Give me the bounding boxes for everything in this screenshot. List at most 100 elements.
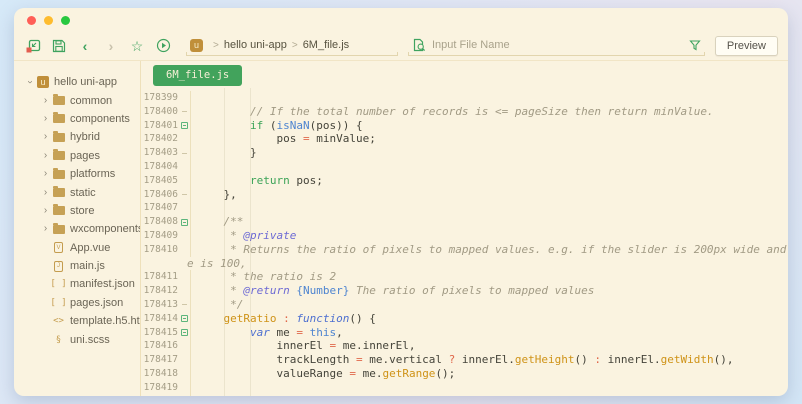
code-line[interactable]: 178420 return valueRange === 0 ? trackLe… (141, 395, 788, 396)
code-text: getRatio : function() { (191, 312, 376, 326)
code-line[interactable]: 178403 } (141, 146, 788, 160)
chevron-right-icon[interactable]: › (40, 188, 51, 198)
code-line[interactable]: 178414 getRatio : function() { (141, 312, 788, 326)
tree-item-file-uni.scss[interactable]: §uni.scss (14, 330, 140, 348)
tree-item-label: components (70, 113, 130, 125)
fold-marker[interactable] (178, 215, 191, 229)
tree-item-label: main.js (70, 260, 105, 272)
tree-item-file-main.js[interactable]: Jmain.js (14, 257, 140, 275)
tree-item-folder-static[interactable]: ›static (14, 183, 140, 201)
main-area: › u hello uni-app ›common›components›hyb… (14, 61, 788, 396)
code-line[interactable]: 178418 valueRange = me.getRange(); (141, 367, 788, 381)
gutter-marker (178, 381, 191, 395)
line-number[interactable]: 178417 (141, 353, 178, 367)
chevron-right-icon[interactable]: › (40, 114, 51, 124)
line-number[interactable]: 178413 (141, 298, 178, 312)
tree-item-folder-components[interactable]: › components (14, 110, 140, 128)
chevron-right-icon[interactable]: › (40, 132, 51, 142)
code-line[interactable]: 178413 */ (141, 298, 788, 312)
code-line-wrap[interactable]: e is 100, (141, 257, 788, 271)
fold-marker[interactable] (178, 119, 191, 133)
code-line[interactable]: 178405 return pos; (141, 174, 788, 188)
code-line[interactable]: 178412 * @return {Number} The ratio of p… (141, 284, 788, 298)
save-button[interactable] (46, 35, 72, 57)
tree-item-folder-common[interactable]: ›common (14, 91, 140, 109)
code-line[interactable]: 178400 // If the total number of records… (141, 105, 788, 119)
vue-file-icon: V (51, 242, 66, 253)
code-line[interactable]: 178416 innerEl = me.innerEl, (141, 339, 788, 353)
chevron-down-icon[interactable]: › (25, 77, 35, 88)
uniapp-logo-icon: u (190, 39, 203, 52)
breadcrumb-project[interactable]: hello uni-app (224, 39, 287, 51)
search-input[interactable] (432, 39, 689, 51)
tree-item-folder-hybrid[interactable]: ›hybrid (14, 128, 140, 146)
tree-item-folder-store[interactable]: ›store (14, 202, 140, 220)
tree-item-folder-pages[interactable]: ›pages (14, 147, 140, 165)
minimize-window-button[interactable] (44, 16, 53, 25)
line-number[interactable]: 178419 (141, 381, 178, 395)
code-line[interactable]: 178411 * the ratio is 2 (141, 270, 788, 284)
file-search-field (408, 36, 705, 56)
line-number[interactable]: 178418 (141, 367, 178, 381)
line-number[interactable]: 178401 (141, 119, 178, 133)
line-number[interactable]: 178409 (141, 229, 178, 243)
tree-item-folder-wxcomponents[interactable]: ›wxcomponents (14, 220, 140, 238)
line-number[interactable]: 178399 (141, 91, 178, 105)
line-number[interactable]: 178411 (141, 270, 178, 284)
line-number[interactable]: 178403 (141, 146, 178, 160)
line-number[interactable]: 178402 (141, 132, 178, 146)
code-line[interactable]: 178408 /** (141, 215, 788, 229)
run-button[interactable] (150, 35, 176, 57)
line-number[interactable]: 178400 (141, 105, 178, 119)
navigate-back-button[interactable]: ‹ (72, 35, 98, 57)
line-number[interactable]: 178416 (141, 339, 178, 353)
tree-item-root[interactable]: › u hello uni-app (14, 73, 140, 91)
navigate-forward-button[interactable]: › (98, 35, 124, 57)
line-number[interactable]: 178408 (141, 215, 178, 229)
json-file-icon: [ ] (51, 279, 66, 289)
file-search-icon (412, 38, 426, 52)
code-line[interactable]: 178402 pos = minValue; (141, 132, 788, 146)
line-number[interactable]: 178410 (141, 243, 178, 257)
line-number[interactable]: 178412 (141, 284, 178, 298)
breadcrumb-file[interactable]: 6M_file.js (303, 39, 349, 51)
folder-icon (53, 225, 65, 234)
close-window-button[interactable] (27, 16, 36, 25)
chevron-right-icon[interactable]: › (40, 206, 51, 216)
preview-button[interactable]: Preview (715, 36, 778, 56)
chevron-right-icon[interactable]: › (40, 96, 51, 106)
code-line[interactable]: 178415 var me = this, (141, 326, 788, 340)
new-file-button[interactable] (20, 35, 46, 57)
line-number[interactable]: 178407 (141, 201, 178, 215)
code-line[interactable]: 178409 * @private (141, 229, 788, 243)
tree-item-file-manifest.json[interactable]: [ ]manifest.json (14, 275, 140, 293)
line-number[interactable]: 178420 (141, 395, 178, 396)
chevron-right-icon[interactable]: › (40, 224, 51, 234)
tree-item-file-pages.json[interactable]: [ ]pages.json (14, 294, 140, 312)
line-number[interactable]: 178415 (141, 326, 178, 340)
tree-item-file-App.vue[interactable]: VApp.vue (14, 239, 140, 257)
code-line[interactable]: 178404 (141, 160, 788, 174)
code-line[interactable]: 178401 if (isNaN(pos)) { (141, 119, 788, 133)
chevron-right-icon[interactable]: › (40, 151, 51, 161)
code-line[interactable]: 178399 (141, 91, 788, 105)
code-line[interactable]: 178410 * Returns the ratio of pixels to … (141, 243, 788, 257)
tree-item-folder-platforms[interactable]: ›platforms (14, 165, 140, 183)
code-line[interactable]: 178406 }, (141, 188, 788, 202)
line-number[interactable]: 178414 (141, 312, 178, 326)
favorite-button[interactable]: ☆ (124, 35, 150, 57)
filter-funnel-icon[interactable] (689, 39, 701, 51)
line-number[interactable]: 178405 (141, 174, 178, 188)
code-line[interactable]: 178419 (141, 381, 788, 395)
zoom-window-button[interactable] (61, 16, 70, 25)
line-number[interactable]: 178406 (141, 188, 178, 202)
code-area[interactable]: 178399178400 // If the total number of r… (141, 88, 788, 396)
fold-marker[interactable] (178, 312, 191, 326)
code-line[interactable]: 178417 trackLength = me.vertical ? inner… (141, 353, 788, 367)
tree-item-file-template.h5.html[interactable]: <>template.h5.html (14, 312, 140, 330)
tab-6m-file[interactable]: 6M_file.js (153, 65, 242, 86)
code-line[interactable]: 178407 (141, 201, 788, 215)
line-number[interactable]: 178404 (141, 160, 178, 174)
fold-marker[interactable] (178, 326, 191, 340)
chevron-right-icon[interactable]: › (40, 169, 51, 179)
